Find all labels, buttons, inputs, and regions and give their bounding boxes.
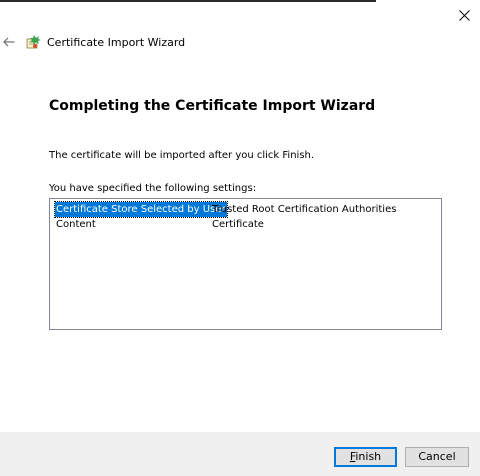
close-icon [458, 9, 470, 21]
cancel-button[interactable]: Cancel [405, 447, 469, 467]
description-text: The certificate will be imported after y… [49, 150, 315, 161]
finish-label: inish [355, 450, 382, 463]
settings-row-key[interactable]: Content [55, 217, 97, 232]
settings-row[interactable]: Certificate Store Selected by User Trust… [50, 201, 441, 218]
wizard-title: Certificate Import Wizard [47, 36, 186, 49]
settings-label: You have specified the following setting… [49, 183, 257, 194]
window-top-edge [0, 0, 376, 2]
settings-row-value: Certificate [212, 219, 264, 230]
page-heading: Completing the Certificate Import Wizard [49, 98, 376, 114]
settings-row[interactable]: Content Certificate [50, 217, 441, 232]
finish-button[interactable]: Finish [334, 447, 397, 467]
certificate-wizard-icon [26, 35, 41, 49]
settings-list[interactable]: Certificate Store Selected by User Trust… [49, 198, 442, 330]
certificate-import-wizard-window: Certificate Import Wizard Completing the… [0, 0, 480, 476]
close-button[interactable] [452, 4, 476, 26]
settings-row-value: Trusted Root Certification Authorities [212, 204, 397, 215]
back-arrow-icon [3, 37, 15, 47]
back-button[interactable] [0, 32, 18, 52]
settings-row-key[interactable]: Certificate Store Selected by User [54, 201, 228, 218]
